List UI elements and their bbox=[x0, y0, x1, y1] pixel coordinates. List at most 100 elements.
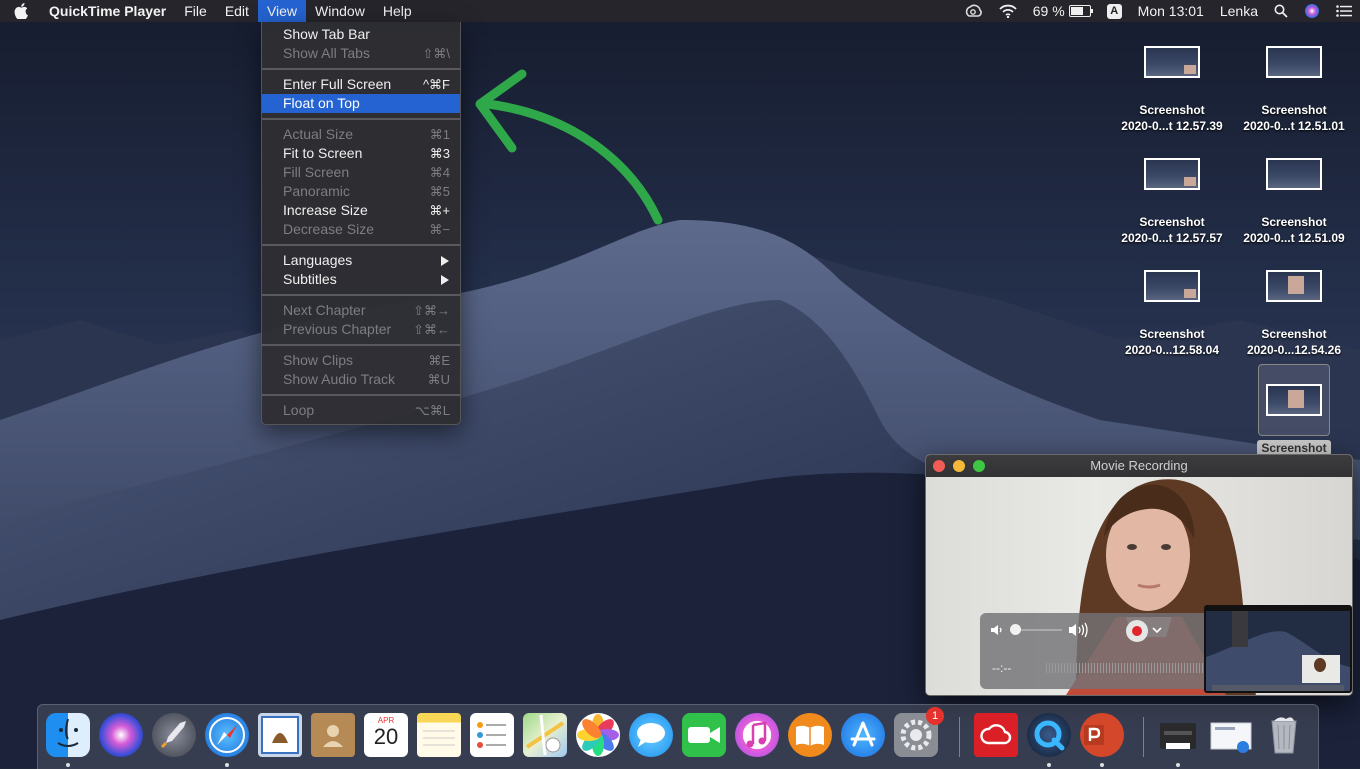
maps-icon[interactable] bbox=[523, 713, 567, 757]
menu-bar: QuickTime Player File Edit View Window H… bbox=[0, 0, 1360, 22]
record-dot-icon bbox=[1132, 626, 1142, 636]
screenshot-preview-thumbnail[interactable] bbox=[1204, 605, 1352, 693]
volume-high-icon[interactable] bbox=[1068, 622, 1090, 638]
safari-icon[interactable] bbox=[205, 713, 249, 757]
mail-icon[interactable] bbox=[258, 713, 302, 757]
menu-view[interactable]: View bbox=[257, 0, 307, 22]
menu-window[interactable]: Window bbox=[306, 0, 374, 22]
menu-item-languages[interactable]: Languages bbox=[262, 251, 460, 270]
desktop-file-screenshot[interactable]: Screenshot 2020-0...t 12.51.09 bbox=[1234, 158, 1354, 246]
screenshot-thumbnail bbox=[1266, 158, 1322, 190]
running-indicator bbox=[1100, 763, 1104, 767]
calendar-day: 20 bbox=[373, 724, 399, 749]
close-button[interactable] bbox=[933, 460, 945, 472]
messages-icon[interactable] bbox=[629, 713, 673, 757]
launchpad-icon[interactable] bbox=[152, 713, 196, 757]
volume-low-icon[interactable] bbox=[990, 623, 1004, 637]
siri-icon[interactable] bbox=[99, 713, 143, 757]
desktop-file-screenshot[interactable]: Screenshot 2020-0...t 12.51.01 bbox=[1234, 46, 1354, 134]
finder-icon[interactable] bbox=[46, 713, 90, 757]
menu-item-fit-to-screen[interactable]: Fit to Screen ⌘3 bbox=[262, 144, 460, 163]
volume-slider-knob[interactable] bbox=[1010, 624, 1021, 635]
menu-item-previous-chapter: Previous Chapter ⇧⌘← bbox=[283, 321, 450, 337]
annotation-arrow-icon bbox=[475, 69, 663, 225]
facetime-icon[interactable] bbox=[682, 713, 726, 757]
menu-file[interactable]: File bbox=[175, 0, 216, 22]
creative-cloud-icon[interactable] bbox=[974, 713, 1018, 757]
battery-icon bbox=[1068, 5, 1093, 17]
creative-cloud-status-icon[interactable] bbox=[955, 0, 991, 22]
menu-item-enter-full-screen[interactable]: Enter Full Screen ^⌘F bbox=[262, 75, 460, 94]
running-indicator bbox=[1047, 763, 1051, 767]
spotlight-search-icon[interactable] bbox=[1266, 0, 1296, 22]
app-name-menu[interactable]: QuickTime Player bbox=[40, 0, 175, 22]
screenshot-thumbnail bbox=[1266, 270, 1322, 302]
menu-help[interactable]: Help bbox=[374, 0, 421, 22]
wifi-icon[interactable] bbox=[991, 0, 1025, 22]
running-indicator bbox=[66, 763, 70, 767]
preview-folder-icon[interactable] bbox=[1209, 713, 1253, 757]
file-name: Screenshot bbox=[1261, 103, 1327, 117]
apple-icon[interactable] bbox=[0, 0, 40, 22]
recording-options-chevron-icon[interactable] bbox=[1152, 626, 1162, 634]
preview-image bbox=[1206, 607, 1350, 691]
reminders-icon[interactable] bbox=[470, 713, 514, 757]
desktop-file-screenshot[interactable]: Screenshot 2020-0...12.54.26 bbox=[1234, 270, 1354, 358]
app-store-icon[interactable] bbox=[841, 713, 885, 757]
desktop-file-screenshot[interactable]: Screenshot 2020-0...12.58.04 bbox=[1112, 270, 1232, 358]
window-title: Movie Recording bbox=[1090, 458, 1188, 473]
file-name: Screenshot bbox=[1139, 103, 1205, 117]
minimize-button[interactable] bbox=[953, 460, 965, 472]
menu-item-next-chapter: Next Chapter ⇧⌘→ bbox=[283, 302, 450, 318]
menu-item-decrease-size: Decrease Size ⌘− bbox=[283, 221, 450, 237]
user-menu[interactable]: Lenka bbox=[1212, 0, 1266, 22]
books-icon[interactable] bbox=[788, 713, 832, 757]
printer-icon[interactable] bbox=[1156, 713, 1200, 757]
menu-item-panoramic: Panoramic ⌘5 bbox=[283, 183, 450, 199]
menu-item-float-on-top[interactable]: Float on Top bbox=[262, 94, 460, 113]
quicktime-icon[interactable] bbox=[1027, 713, 1071, 757]
menu-item-increase-size[interactable]: Increase Size ⌘+ bbox=[262, 201, 460, 220]
contacts-icon[interactable] bbox=[311, 713, 355, 757]
menu-edit[interactable]: Edit bbox=[216, 0, 258, 22]
calendar-icon[interactable]: APR 20 bbox=[364, 713, 408, 757]
itunes-icon[interactable] bbox=[735, 713, 779, 757]
submenu-arrow-icon bbox=[441, 275, 449, 285]
input-source-icon: A bbox=[1106, 3, 1122, 19]
running-indicator bbox=[225, 763, 229, 767]
screenshot-thumbnail bbox=[1144, 46, 1200, 78]
battery-status[interactable]: 69 % bbox=[1025, 0, 1099, 22]
notes-icon[interactable] bbox=[417, 713, 461, 757]
menu-item-show-tab-bar[interactable]: Show Tab Bar bbox=[262, 25, 460, 44]
menu-item-show-all-tabs: Show All Tabs ⇧⌘\ bbox=[283, 45, 450, 61]
selection-highlight bbox=[1258, 364, 1330, 436]
powerpoint-icon[interactable] bbox=[1080, 713, 1124, 757]
clock[interactable]: Mon 13:01 bbox=[1130, 0, 1212, 22]
photos-icon[interactable] bbox=[576, 713, 620, 757]
recording-time: --:-- bbox=[992, 661, 1012, 675]
system-preferences-icon[interactable]: 1 bbox=[894, 707, 944, 757]
view-menu-dropdown: Show Tab Bar Show All Tabs ⇧⌘\ Enter Full… bbox=[261, 22, 461, 425]
menu-separator bbox=[262, 68, 460, 70]
desktop-file-screenshot-selected[interactable]: Screenshot bbox=[1234, 364, 1354, 456]
record-button[interactable] bbox=[1126, 620, 1148, 642]
desktop-file-screenshot[interactable]: Screenshot 2020-0...t 12.57.39 bbox=[1112, 46, 1232, 134]
file-name-detail: 2020-0...t 12.51.01 bbox=[1243, 119, 1345, 133]
zoom-button[interactable] bbox=[973, 460, 985, 472]
file-name: Screenshot bbox=[1139, 215, 1205, 229]
window-title-bar[interactable]: Movie Recording bbox=[926, 455, 1352, 477]
screenshot-thumbnail bbox=[1144, 270, 1200, 302]
input-source-menu[interactable]: A bbox=[1099, 0, 1130, 22]
dock-separator bbox=[1143, 717, 1144, 757]
menu-item-subtitles[interactable]: Subtitles bbox=[262, 270, 460, 289]
file-name-detail: 2020-0...t 12.51.09 bbox=[1243, 231, 1345, 245]
screenshot-thumbnail bbox=[1266, 384, 1322, 416]
file-name: Screenshot bbox=[1139, 327, 1205, 341]
siri-menu-icon[interactable] bbox=[1296, 0, 1328, 22]
menu-item-show-audio-track: Show Audio Track ⌘U bbox=[283, 371, 450, 387]
menu-item-loop: Loop ⌥⌘L bbox=[283, 402, 450, 418]
trash-icon[interactable] bbox=[1262, 713, 1306, 757]
notification-center-icon[interactable] bbox=[1328, 0, 1360, 22]
menu-separator bbox=[262, 118, 460, 120]
desktop-file-screenshot[interactable]: Screenshot 2020-0...t 12.57.57 bbox=[1112, 158, 1232, 246]
